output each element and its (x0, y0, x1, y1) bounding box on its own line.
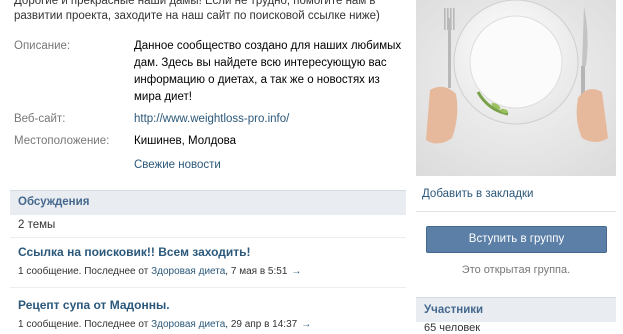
members-count: 65 человек (424, 322, 481, 334)
arrow-right-icon[interactable]: → (291, 266, 301, 277)
topic-date: , 29 апр в 14:37 (225, 319, 298, 330)
topic-author-link[interactable]: Здоровая диета (151, 266, 225, 277)
divider (10, 237, 406, 238)
website-label: Веб-сайт: (14, 113, 66, 125)
plate-illustration (416, 0, 616, 176)
fresh-news-link[interactable]: Свежие новости (134, 159, 221, 171)
topic-meta-prefix: 1 сообщение. Последнее от (18, 266, 152, 277)
topic-title-2[interactable]: Рецепт супа от Мадонны. (18, 298, 170, 312)
add-bookmark-link[interactable]: Добавить в закладки (422, 188, 533, 200)
topic-meta-1: 1 сообщение. Последнее от Здоровая диета… (18, 266, 301, 277)
topic-title-1[interactable]: Ссылка на поисковик!! Всем заходить! (18, 245, 251, 259)
topic-meta-2: 1 сообщение. Последнее от Здоровая диета… (18, 319, 311, 330)
discussions-count: 2 темы (18, 219, 56, 231)
divider (416, 211, 616, 212)
intro-line-2: развитии проекта, заходите на наш сайт п… (14, 10, 380, 22)
open-group-text: Это открытая группа. (461, 264, 571, 276)
location-label: Местоположение: (14, 135, 110, 147)
description-label: Описание: (14, 40, 71, 52)
description-row: Описание: Данное сообщество создано для … (14, 38, 404, 106)
discussions-title: Обсуждения (18, 196, 90, 208)
group-photo (416, 0, 616, 176)
topic-author-link[interactable]: Здоровая диета (151, 319, 225, 330)
join-group-button[interactable]: Вступить в группу (426, 226, 607, 253)
website-link[interactable]: http://www.weightloss-pro.info/ (134, 113, 289, 125)
discussions-header[interactable]: Обсуждения (10, 190, 406, 215)
intro-line-1: Дорогие и прекрасные наши дамы! Если не … (14, 0, 376, 7)
description-value: Данное сообщество создано для наших люби… (134, 40, 402, 103)
topic-date: , 7 мая в 5:51 (225, 266, 288, 277)
intro-text: Дорогие и прекрасные наши дамы! Если не … (14, 0, 404, 24)
location-row: Местоположение: Кишинев, Молдова (14, 133, 404, 150)
website-row: Веб-сайт: http://www.weightloss-pro.info… (14, 111, 404, 128)
group-info: Описание: Данное сообщество создано для … (14, 38, 404, 155)
members-header[interactable]: Участники (416, 297, 616, 322)
location-value: Кишинев, Молдова (134, 135, 237, 147)
divider (10, 287, 406, 288)
members-title: Участники (424, 304, 484, 316)
arrow-right-icon[interactable]: → (301, 319, 311, 330)
topic-meta-prefix: 1 сообщение. Последнее от (18, 319, 152, 330)
